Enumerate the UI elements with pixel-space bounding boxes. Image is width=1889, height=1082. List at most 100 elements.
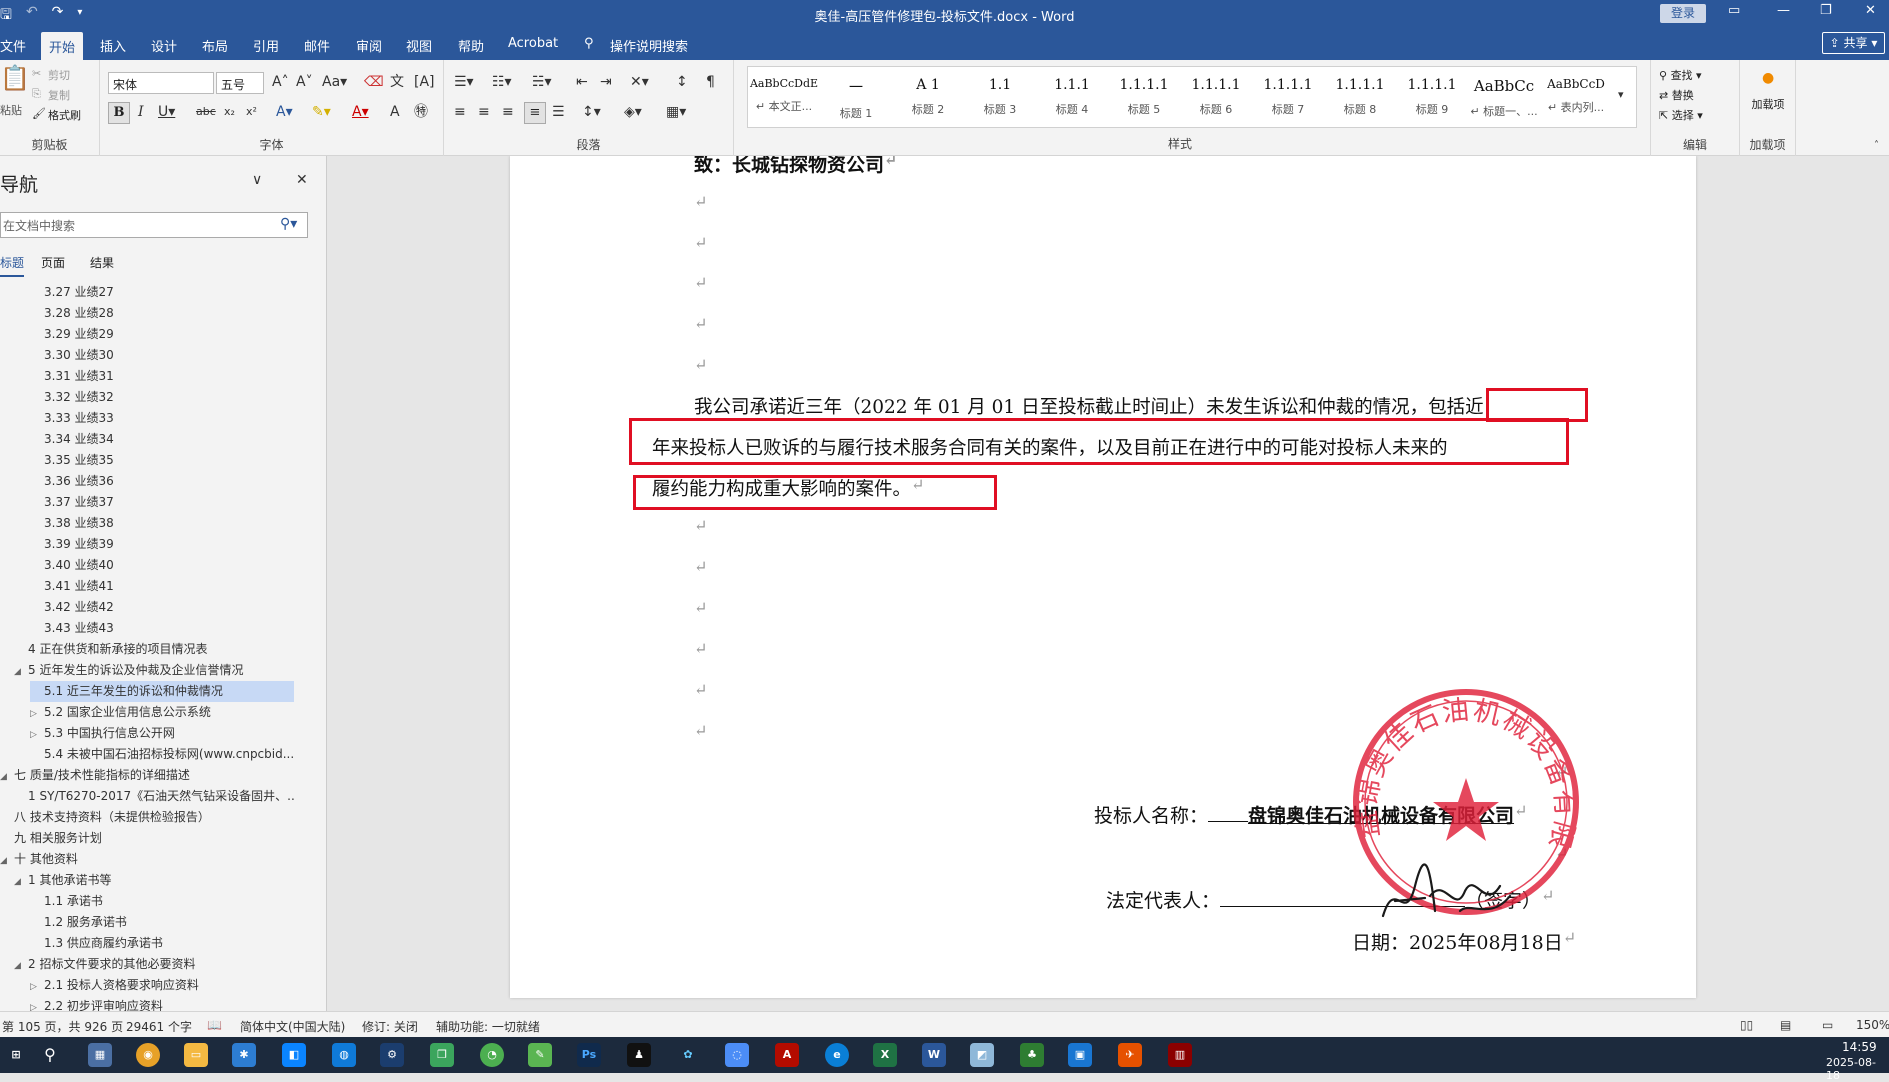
- justify-button[interactable]: ≡: [524, 102, 546, 124]
- enclose-characters-icon[interactable]: ㊕: [414, 102, 428, 122]
- shrink-font-icon[interactable]: A˅: [296, 72, 313, 92]
- align-right-icon[interactable]: ≡: [502, 102, 514, 122]
- tell-me-search[interactable]: 操作说明搜索: [610, 36, 688, 55]
- nav-heading-item[interactable]: 1.1 承诺书: [30, 891, 294, 912]
- clock-time[interactable]: 14:59: [1842, 1040, 1877, 1054]
- browser-icon[interactable]: e: [825, 1043, 849, 1067]
- line-spacing-icon[interactable]: ↕▾: [582, 102, 601, 122]
- nav-heading-item[interactable]: 3.40 业绩40: [30, 555, 294, 576]
- share-button[interactable]: ⇪ 共享 ▾: [1822, 32, 1885, 54]
- windows-start-icon[interactable]: ⊞: [4, 1043, 28, 1067]
- nav-heading-item[interactable]: ◢ 七 质量/技术性能指标的详细描述: [0, 765, 294, 786]
- tab-review[interactable]: 审阅: [356, 36, 382, 55]
- search-icon[interactable]: ⚲▾: [280, 214, 297, 234]
- calculator-icon[interactable]: ▦: [88, 1043, 112, 1067]
- format-painter-icon[interactable]: 🖌: [32, 104, 46, 124]
- find-button[interactable]: ⚲ 查找 ▾: [1659, 67, 1702, 83]
- nav-search-input[interactable]: 在文档中搜索: [0, 212, 308, 238]
- align-left-icon[interactable]: ≡: [454, 102, 466, 122]
- align-center-icon[interactable]: ≡: [478, 102, 490, 122]
- style-item[interactable]: AaBbCc ↵ 标题一、...: [1468, 67, 1540, 127]
- nav-heading-item[interactable]: 1.3 供应商履约承诺书: [30, 933, 294, 954]
- language-status[interactable]: 简体中文(中国大陆): [240, 1018, 345, 1035]
- nav-heading-item[interactable]: ◢ 2 招标文件要求的其他必要资料: [14, 954, 294, 975]
- superscript-button[interactable]: x²: [246, 102, 257, 122]
- expand-toggle-icon[interactable]: ◢: [0, 851, 14, 870]
- wechat-icon[interactable]: ◔: [480, 1043, 504, 1067]
- increase-indent-icon[interactable]: ⇥: [600, 72, 612, 92]
- paste-icon[interactable]: 📋: [0, 66, 30, 90]
- nav-heading-item[interactable]: 3.41 业绩41: [30, 576, 294, 597]
- nav-heading-item[interactable]: 3.43 业绩43: [30, 618, 294, 639]
- nav-heading-item[interactable]: ▷ 5.2 国家企业信用信息公示系统: [30, 702, 294, 723]
- close-icon[interactable]: ✕: [296, 170, 308, 190]
- cut-icon[interactable]: ✂: [32, 64, 41, 84]
- nav-heading-item[interactable]: 3.30 业绩30: [30, 345, 294, 366]
- nav-tab-pages[interactable]: 页面: [41, 254, 65, 271]
- page-count[interactable]: 第 105 页，共 926 页: [2, 1018, 123, 1035]
- expand-toggle-icon[interactable]: ▷: [30, 998, 44, 1011]
- clock-date[interactable]: 2025-08-18: [1826, 1056, 1889, 1082]
- style-item[interactable]: 1.1.1.1 标题 8: [1324, 67, 1396, 127]
- numbering-icon[interactable]: ☷▾: [492, 72, 512, 92]
- accessibility-status[interactable]: 辅助功能: 一切就绪: [436, 1018, 540, 1035]
- login-button[interactable]: 登录: [1660, 4, 1706, 23]
- tab-acrobat[interactable]: Acrobat: [508, 36, 558, 51]
- nav-heading-item[interactable]: 3.27 业绩27: [30, 282, 294, 303]
- tab-mailings[interactable]: 邮件: [304, 36, 330, 55]
- save-icon[interactable]: 🖫: [0, 4, 12, 28]
- nav-heading-item[interactable]: 3.39 业绩39: [30, 534, 294, 555]
- customize-icon[interactable]: ▾: [77, 7, 82, 28]
- nav-heading-item[interactable]: ◢ 5 近年发生的诉讼及仲裁及企业信誉情况: [14, 660, 294, 681]
- tab-references[interactable]: 引用: [253, 36, 279, 55]
- style-item[interactable]: 1.1.1.1 标题 9: [1396, 67, 1468, 127]
- expand-toggle-icon[interactable]: ◢: [0, 767, 14, 786]
- nav-heading-item[interactable]: ◢ 1 其他承诺书等: [14, 870, 294, 891]
- minimize-button[interactable]: —: [1777, 3, 1790, 18]
- cut-button[interactable]: 剪切: [48, 67, 70, 83]
- app-icon[interactable]: ✱: [232, 1043, 256, 1067]
- chrome-icon[interactable]: ◉: [136, 1043, 160, 1067]
- nav-heading-item[interactable]: 1.2 服务承诺书: [30, 912, 294, 933]
- read-mode-icon[interactable]: ▯▯: [1740, 1018, 1753, 1032]
- shading-icon[interactable]: ◈▾: [624, 102, 642, 122]
- text-effects-icon[interactable]: A▾: [276, 102, 293, 122]
- app-icon[interactable]: ◩: [970, 1043, 994, 1067]
- nav-heading-item[interactable]: 3.38 业绩38: [30, 513, 294, 534]
- styles-more-icon[interactable]: ▾: [1618, 85, 1624, 105]
- nav-heading-item[interactable]: 3.28 业绩28: [30, 303, 294, 324]
- ribbon-display-icon[interactable]: ▭: [1728, 3, 1740, 18]
- borders-icon[interactable]: ▦▾: [666, 102, 686, 122]
- addins-icon[interactable]: ●: [1762, 68, 1774, 88]
- nav-heading-item[interactable]: 3.42 业绩42: [30, 597, 294, 618]
- style-item[interactable]: AaBbCcD ↵ 表内列...: [1540, 67, 1612, 127]
- nav-tab-headings[interactable]: 标题: [0, 254, 25, 277]
- track-changes-status[interactable]: 修订: 关闭: [362, 1018, 418, 1035]
- nav-heading-item[interactable]: 1 SY/T6270-2017《石油天然气钻采设备固井、...: [14, 786, 294, 807]
- print-layout-icon[interactable]: ▤: [1780, 1018, 1791, 1032]
- bold-button[interactable]: B: [108, 102, 130, 124]
- underline-button[interactable]: U▾: [158, 102, 175, 122]
- app-icon[interactable]: ✎: [528, 1043, 552, 1067]
- chevron-down-icon[interactable]: ∨: [252, 170, 262, 190]
- expand-toggle-icon[interactable]: ◢: [14, 872, 28, 891]
- qq-icon[interactable]: ♟: [627, 1043, 651, 1067]
- format-painter-button[interactable]: 格式刷: [48, 107, 81, 123]
- nav-heading-item[interactable]: 3.34 业绩34: [30, 429, 294, 450]
- nav-heading-item[interactable]: 3.37 业绩37: [30, 492, 294, 513]
- font-color-icon[interactable]: A▾: [352, 102, 369, 122]
- subscript-button[interactable]: x₂: [224, 102, 235, 122]
- decrease-indent-icon[interactable]: ⇤: [576, 72, 588, 92]
- app-icon[interactable]: ⚙: [380, 1043, 404, 1067]
- font-size-combo[interactable]: 五号: [216, 72, 264, 94]
- replace-button[interactable]: ⇄ 替换: [1659, 87, 1694, 103]
- app-icon[interactable]: ♣: [1020, 1043, 1044, 1067]
- nav-heading-item[interactable]: ▷ 2.1 投标人资格要求响应资料: [30, 975, 294, 996]
- tab-layout[interactable]: 布局: [202, 36, 228, 55]
- file-explorer-icon[interactable]: ▭: [184, 1043, 208, 1067]
- tab-design[interactable]: 设计: [151, 36, 177, 55]
- character-border-icon[interactable]: [A]: [414, 72, 435, 92]
- undo-icon[interactable]: ↶: [26, 4, 38, 28]
- nav-heading-item[interactable]: 3.29 业绩29: [30, 324, 294, 345]
- nav-heading-item[interactable]: 3.35 业绩35: [30, 450, 294, 471]
